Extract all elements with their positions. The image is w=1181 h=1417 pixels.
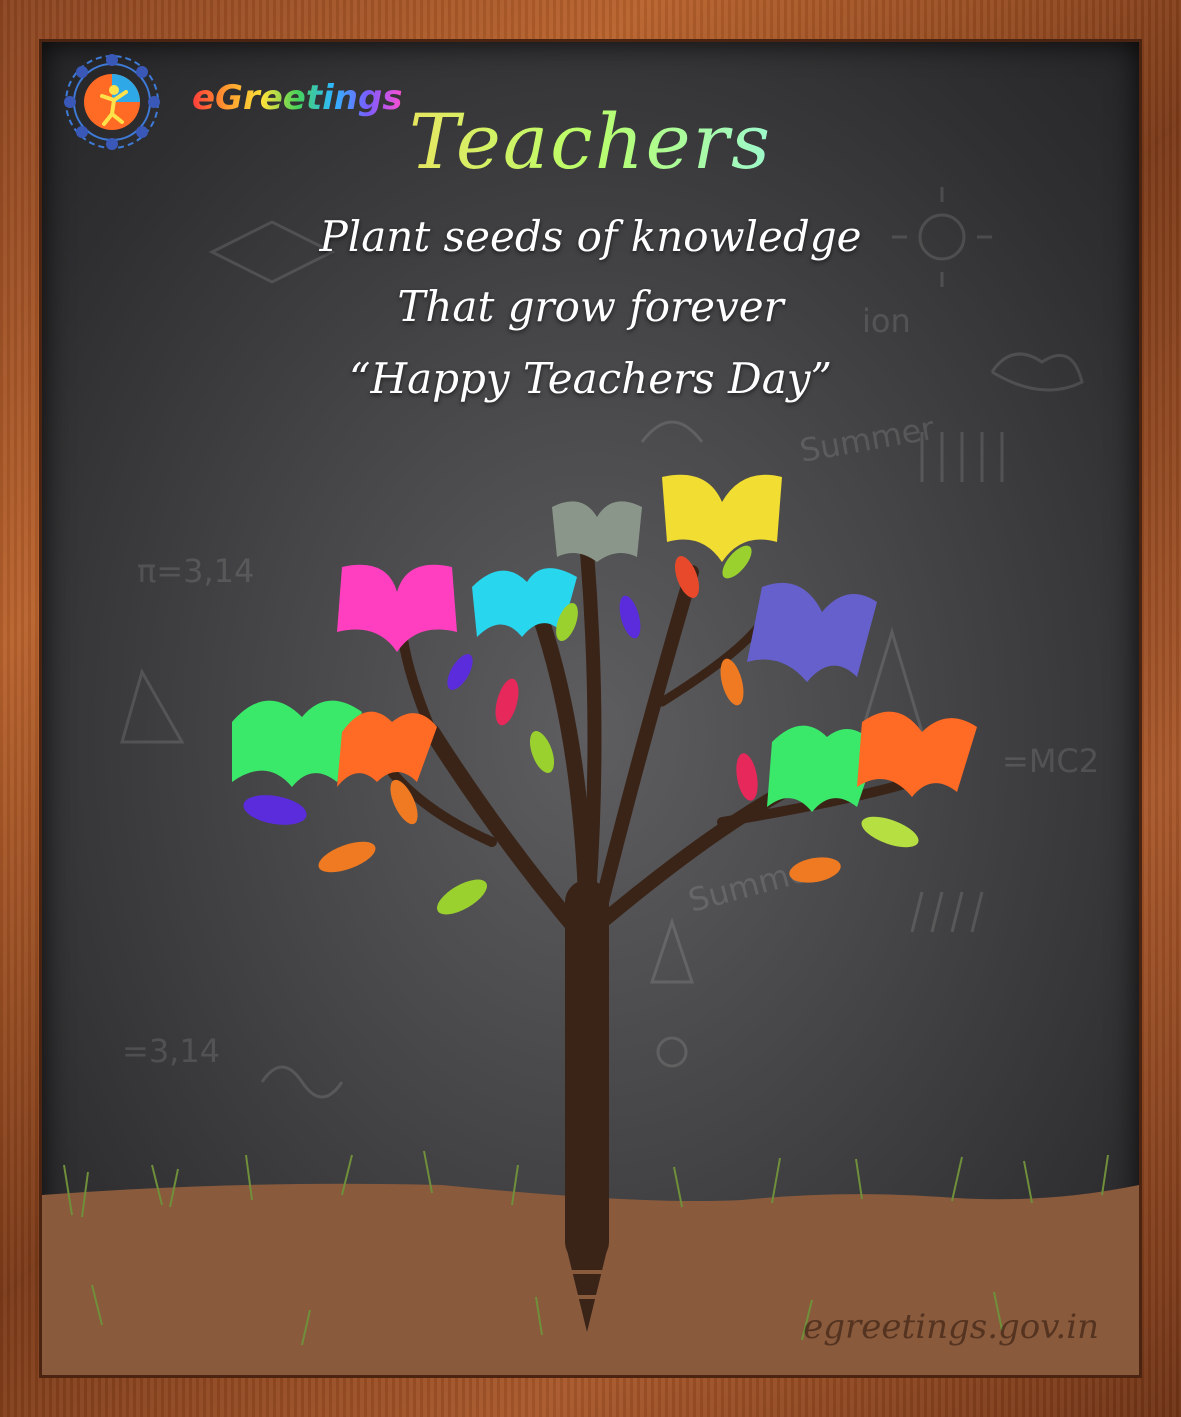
message-line-3: “Happy Teachers Day” [349,354,832,403]
chalkboard: π=3,14 =3,14 Summer Summer =MC2 ion Teac… [42,42,1139,1375]
message-line-1: Plant seeds of knowledge [319,212,862,261]
message-line-2: That grow forever [397,282,784,331]
card-title: Teachers [42,97,1139,186]
book-icons [232,474,977,812]
website-watermark: egreetings.gov.in [803,1307,1099,1347]
